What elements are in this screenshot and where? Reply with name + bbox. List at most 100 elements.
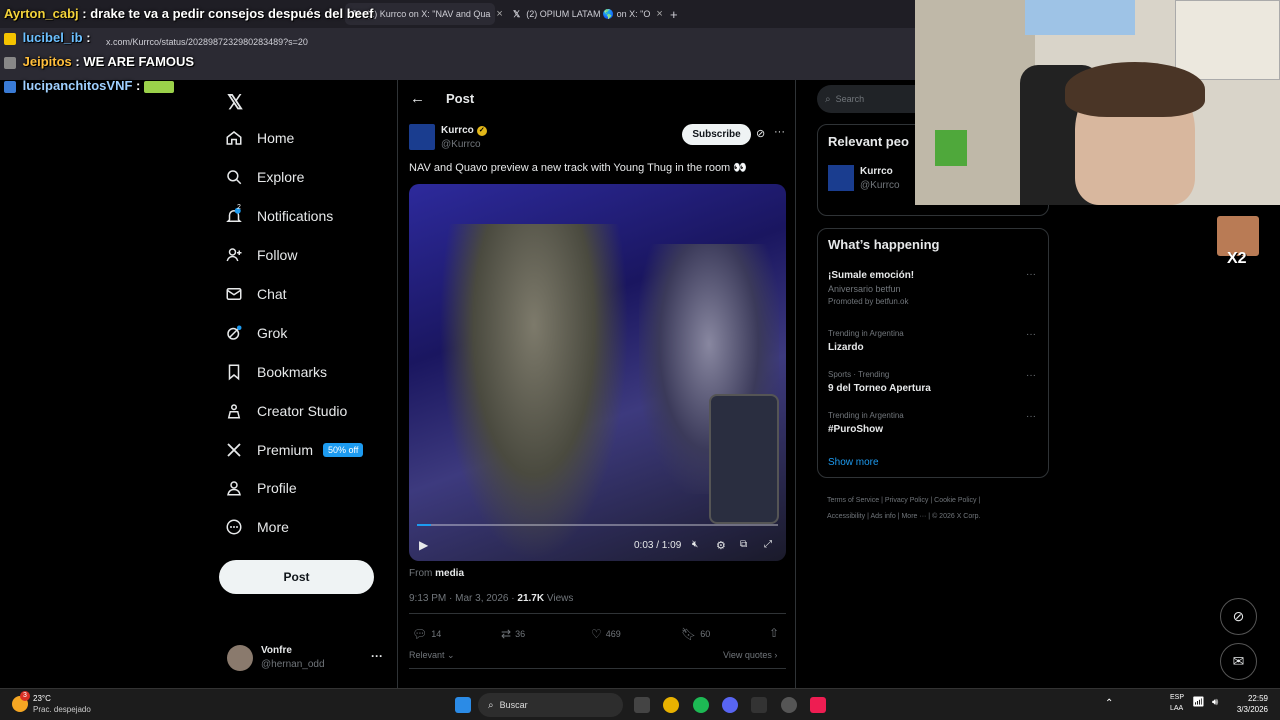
notification-badge: 2 xyxy=(237,204,241,211)
show-more-link[interactable]: Show more xyxy=(828,457,879,468)
search-icon: ⌕ xyxy=(488,699,494,711)
close-tab-icon[interactable]: × xyxy=(496,8,502,20)
mute-icon[interactable]: 🔇︎ xyxy=(692,539,698,550)
from-source-link[interactable]: media xyxy=(435,568,464,579)
new-tab-button[interactable]: + xyxy=(662,3,686,25)
emote-icon xyxy=(144,80,175,93)
tiktok-icon[interactable] xyxy=(810,697,826,713)
nav-grok[interactable]: Grok xyxy=(225,321,287,345)
nav-bookmarks[interactable]: Bookmarks xyxy=(225,360,327,384)
wifi-icon[interactable]: 📶︎ xyxy=(1192,697,1205,708)
task-view-icon[interactable] xyxy=(634,697,650,713)
reply-button[interactable]: 💬︎ 14 xyxy=(412,627,441,641)
streamer-hair xyxy=(1065,62,1205,117)
more-dots-icon[interactable]: ··· xyxy=(371,649,383,663)
chevron-down-icon: ⌄ xyxy=(447,650,455,660)
back-arrow-icon[interactable]: ← xyxy=(410,90,425,107)
share-icon[interactable]: ⇧ xyxy=(769,626,779,640)
account-switcher[interactable]: Vonfre @hernan_odd ··· xyxy=(227,643,387,673)
trend-item[interactable]: Trending in Argentina Lizardo xyxy=(828,329,1038,353)
trend-item[interactable]: ¡Sumale emoción! Aniversario betfun Prom… xyxy=(828,270,1038,306)
play-icon[interactable]: ▶ xyxy=(419,538,428,552)
messages-fab-icon[interactable]: ✉ xyxy=(1220,643,1257,680)
premium-discount-badge: 50% off xyxy=(323,443,364,457)
footer-link[interactable]: Privacy Policy xyxy=(885,497,929,504)
repost-button[interactable]: ⇄ 36 xyxy=(501,627,525,641)
post-button[interactable]: Post xyxy=(219,560,374,594)
author-name[interactable]: Kurrco ✓ xyxy=(441,125,487,136)
trend-item[interactable]: Sports · Trending 9 del Torneo Apertura xyxy=(828,370,1038,394)
more-dots-icon[interactable]: ··· xyxy=(774,126,785,138)
search-input[interactable]: Search xyxy=(836,94,865,104)
taskbar: 3 23°C Prac. despejado ⌕ Buscar ⌃ ESP LA… xyxy=(0,688,1280,720)
more-dots-icon[interactable]: ··· xyxy=(1026,411,1036,422)
video-progress-track[interactable] xyxy=(417,524,778,526)
sub-badge-icon xyxy=(4,80,16,93)
author-avatar[interactable] xyxy=(409,124,435,150)
page-title: Post xyxy=(446,91,475,106)
add-person-icon xyxy=(226,248,242,262)
mail-icon xyxy=(226,288,242,300)
more-dots-icon[interactable]: ··· xyxy=(1026,370,1036,381)
nav-notifications[interactable]: Notifications 2 xyxy=(225,204,333,228)
taskbar-search[interactable]: ⌕ Buscar xyxy=(478,693,623,717)
nav-creator-studio[interactable]: Creator Studio xyxy=(225,399,347,423)
whats-happening-card: What’s happening ¡Sumale emoción! Aniver… xyxy=(817,228,1049,478)
poster xyxy=(1175,0,1280,80)
trend-item[interactable]: Trending in Argentina #PuroShow xyxy=(828,411,1038,435)
chat-message: lucipanchitosVNF : xyxy=(4,78,177,93)
pip-icon[interactable]: ⧉ xyxy=(740,539,747,550)
chevron-right-icon: › xyxy=(774,650,778,660)
sub-badge-icon xyxy=(4,56,16,69)
more-dots-icon[interactable]: ··· xyxy=(1026,329,1036,340)
video-player[interactable]: ▶ 0:03 / 1:09 🔇︎ ⚙ ⧉ ⤢ xyxy=(409,184,786,561)
nav-home[interactable]: Home xyxy=(225,126,294,150)
chevron-up-icon[interactable]: ⌃ xyxy=(1105,698,1113,709)
chat-message: lucibel_ib : xyxy=(4,30,91,45)
repost-icon: ⇄ xyxy=(501,627,512,641)
bookmark-icon xyxy=(228,364,240,381)
chat-message: Jeipitos : WE ARE FAMOUS xyxy=(4,54,194,69)
more-dots-icon[interactable]: ··· xyxy=(1026,269,1036,280)
footer-link[interactable]: Ads info xyxy=(870,513,895,520)
windows-start-icon[interactable] xyxy=(455,697,471,713)
search-icon: ⌕ xyxy=(825,93,831,105)
tab-opium[interactable]: 𝕏 (2) OPIUM LATAM 🌎 on X: "O × xyxy=(505,3,663,25)
home-icon xyxy=(226,131,242,145)
grok-explain-icon[interactable]: ⊘ xyxy=(756,127,765,140)
spotify-icon[interactable] xyxy=(693,697,709,713)
subscribe-button[interactable]: Subscribe xyxy=(682,124,751,145)
nav-more[interactable]: More xyxy=(225,515,289,539)
app-icon[interactable] xyxy=(751,697,767,713)
like-button[interactable]: ♡ 469 xyxy=(591,627,621,641)
nav-follow[interactable]: Follow xyxy=(225,243,297,267)
nav-premium[interactable]: Premium 50% off xyxy=(225,438,364,462)
obs-icon[interactable] xyxy=(781,697,797,713)
bookmark-button[interactable]: 🔖︎ 60 xyxy=(681,627,710,641)
footer-link[interactable]: Accessibility xyxy=(827,513,865,520)
video-frame xyxy=(439,224,629,561)
gear-icon[interactable]: ⚙ xyxy=(716,539,726,552)
main-column: ← Post Kurrco ✓ @Kurrco Subscribe ⊘ ··· … xyxy=(397,80,796,688)
grok-fab-icon[interactable]: ⊘ xyxy=(1220,598,1257,635)
footer-link[interactable]: Terms of Service xyxy=(827,497,879,504)
footer-link[interactable]: More ··· xyxy=(901,513,926,520)
chat-message: Ayrton_cabj : drake te va a pedir consej… xyxy=(4,6,374,21)
fullscreen-icon[interactable]: ⤢ xyxy=(764,539,772,550)
nav-explore[interactable]: Explore xyxy=(225,165,304,189)
address-bar[interactable]: x.com/Kurrco/status/2028987232980283489?… xyxy=(80,31,910,53)
chrome-icon[interactable] xyxy=(663,697,679,713)
discord-icon[interactable] xyxy=(722,697,738,713)
view-quotes-link[interactable]: View quotes › xyxy=(723,650,777,660)
x-favicon-icon: 𝕏 xyxy=(513,8,521,19)
person-icon xyxy=(227,481,241,496)
x-logo-icon[interactable]: 𝕏 xyxy=(227,90,243,115)
more-circle-icon xyxy=(226,519,242,535)
footer-link[interactable]: Cookie Policy xyxy=(934,497,976,504)
video-frame xyxy=(709,394,779,524)
nav-chat[interactable]: Chat xyxy=(225,282,287,306)
sort-dropdown[interactable]: Relevant ⌄ xyxy=(409,650,455,661)
volume-icon[interactable]: 🔊︎ xyxy=(1212,697,1218,708)
author-avatar[interactable] xyxy=(828,165,854,191)
nav-profile[interactable]: Profile xyxy=(225,476,297,500)
